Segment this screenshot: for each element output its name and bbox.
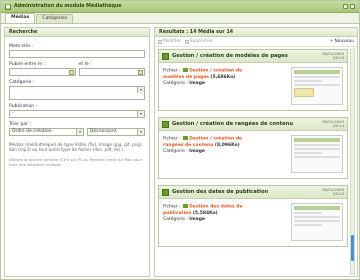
chevron-down-icon[interactable] bbox=[137, 111, 144, 117]
modify-button[interactable]: Modifier bbox=[158, 39, 181, 44]
sort-direction-select[interactable]: Décroissant bbox=[86, 128, 145, 136]
media-category: Image bbox=[189, 81, 205, 87]
edit-icon bbox=[158, 39, 162, 44]
media-meta: Fichier : Gestion des dates de publicati… bbox=[163, 204, 243, 223]
media-card-header: Gestion des dates de publication 06/01/2… bbox=[159, 186, 347, 199]
file-icon bbox=[183, 204, 189, 208]
new-button[interactable]: + Nouveau bbox=[330, 39, 354, 44]
media-card-body: Fichier : Gestion / création de modèles … bbox=[159, 63, 347, 110]
media-meta: Fichier : Gestion / création de rangées … bbox=[163, 136, 243, 155]
search-panel: Recherche Mots-clés : Publié entre le : … bbox=[4, 27, 150, 277]
published-from-label: Publié entre le : bbox=[9, 62, 46, 67]
publication-select-value: - bbox=[12, 111, 14, 116]
chevron-down-icon[interactable] bbox=[137, 129, 144, 135]
media-title: Gestion / création de rangées de contenu bbox=[172, 121, 294, 127]
delete-icon bbox=[184, 39, 189, 44]
media-size: (8,096Ko) bbox=[214, 142, 240, 148]
publication-label: Publication : bbox=[9, 104, 38, 109]
window-title: Administration du module Médiathèque bbox=[14, 4, 122, 9]
minimize-icon[interactable] bbox=[343, 4, 348, 9]
keyword-input[interactable] bbox=[9, 50, 145, 58]
chevron-down-icon[interactable] bbox=[75, 129, 83, 135]
media-date: 06/01/2009 09:15 bbox=[322, 187, 344, 197]
category-label: Catégorie : bbox=[9, 80, 35, 85]
tab-bar: Médias Catégories bbox=[1, 13, 359, 24]
media-card-body: Fichier : Gestion des dates de publicati… bbox=[159, 199, 347, 246]
published-from-input[interactable] bbox=[9, 68, 76, 76]
results-toolbar: Modifier Supprimer + Nouveau bbox=[155, 37, 357, 47]
results-list: Gestion / création de modèles de pages 0… bbox=[158, 49, 349, 275]
delete-button[interactable]: Supprimer bbox=[184, 39, 213, 44]
media-card-header: Gestion / création de modèles de pages 0… bbox=[159, 50, 347, 63]
media-card-body: Fichier : Gestion / création de rangées … bbox=[159, 131, 347, 178]
category-select[interactable] bbox=[9, 86, 145, 100]
results-panel: Résultats : 14 Média sur 14 Modifier Sup… bbox=[154, 27, 358, 277]
media-card[interactable]: Gestion des dates de publication 06/01/2… bbox=[158, 185, 348, 247]
plus-icon: + bbox=[329, 39, 334, 44]
results-scrollbar[interactable] bbox=[350, 49, 355, 275]
published-to-input[interactable] bbox=[78, 68, 145, 76]
image-icon bbox=[162, 53, 169, 60]
media-date: 06/01/2009 09:14 bbox=[322, 119, 344, 129]
help-text: Médias (médiathèque) de type Vidéo (flv)… bbox=[9, 142, 143, 153]
media-title: Gestion / création de modèles de pages bbox=[172, 53, 288, 59]
media-category: Image bbox=[189, 149, 205, 155]
tab-categories[interactable]: Catégories bbox=[36, 14, 74, 23]
media-thumbnail[interactable] bbox=[291, 67, 343, 105]
tab-medias[interactable]: Médias bbox=[5, 13, 36, 23]
sort-direction-value: Décroissant bbox=[89, 129, 117, 134]
scrollbar-thumb[interactable] bbox=[351, 235, 354, 261]
media-thumbnail[interactable] bbox=[291, 135, 343, 173]
media-admin-window: ■ Administration du module Médiathèque M… bbox=[0, 0, 360, 280]
app-icon: ■ bbox=[5, 3, 11, 10]
published-to-label: et le : bbox=[78, 62, 92, 67]
media-card-header: Gestion / création de rangées de contenu… bbox=[159, 118, 347, 131]
media-category: Image bbox=[189, 217, 205, 223]
file-icon bbox=[183, 68, 189, 72]
image-icon bbox=[162, 189, 169, 196]
calendar-icon[interactable] bbox=[138, 70, 143, 75]
results-header: Résultats : 14 Média sur 14 bbox=[155, 28, 357, 37]
window-controls bbox=[343, 4, 355, 9]
publication-select[interactable]: - bbox=[9, 110, 145, 118]
media-date: 06/01/2009 09:13 bbox=[322, 51, 344, 61]
search-panel-header: Recherche bbox=[5, 28, 149, 37]
file-icon bbox=[183, 136, 189, 140]
keyword-label: Mots-clés : bbox=[9, 44, 34, 49]
media-meta: Fichier : Gestion / création de modèles … bbox=[163, 68, 243, 87]
media-size: (5,686Ko) bbox=[210, 74, 236, 80]
chevron-down-icon[interactable] bbox=[137, 87, 144, 93]
sort-field-value: Ordre de création bbox=[12, 129, 52, 134]
sort-label: Trier par : bbox=[9, 122, 32, 127]
media-card[interactable]: Gestion / création de rangées de contenu… bbox=[158, 117, 348, 179]
sort-field-select[interactable]: Ordre de création bbox=[9, 128, 84, 136]
image-icon bbox=[162, 121, 169, 128]
search-form: Mots-clés : Publié entre le : et le : Ca… bbox=[5, 37, 149, 170]
media-thumbnail[interactable] bbox=[291, 203, 343, 241]
calendar-icon[interactable] bbox=[68, 70, 74, 75]
media-card[interactable]: Gestion / création de modèles de pages 0… bbox=[158, 49, 348, 111]
close-icon[interactable] bbox=[350, 4, 355, 9]
media-title: Gestion des dates de publication bbox=[172, 189, 269, 195]
help-text-multiselect: Utilisez la touche contrôle (Ctrl) sur P… bbox=[9, 156, 143, 167]
title-bar: ■ Administration du module Médiathèque bbox=[1, 1, 359, 13]
media-size: (5,584Ko) bbox=[192, 210, 218, 216]
